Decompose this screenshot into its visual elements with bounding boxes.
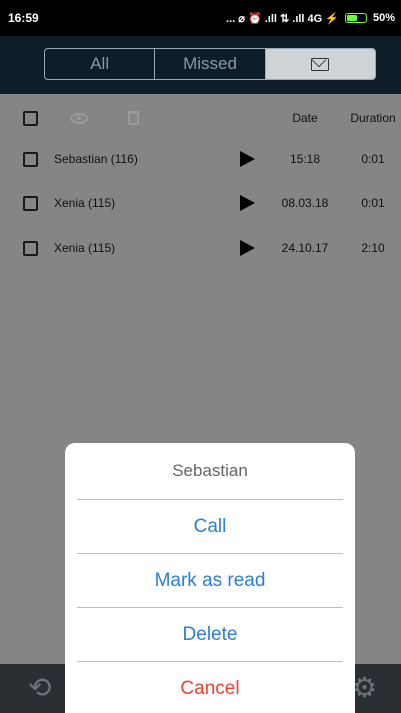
- tab-messages[interactable]: [265, 49, 375, 79]
- divider: [77, 553, 343, 554]
- tab-bar: All Missed: [0, 36, 401, 94]
- call-button[interactable]: Call: [65, 501, 355, 553]
- status-indicators: ... ⌀ ⏰ .ıll ⇅ .ıll 4G ⚡ 50%: [226, 12, 395, 25]
- eye-icon[interactable]: [70, 112, 88, 124]
- play-icon[interactable]: [240, 240, 255, 256]
- list-item[interactable]: Sebastian (116) 15:18 0:01: [0, 139, 401, 179]
- caller-name: Xenia (115): [54, 196, 116, 210]
- date-header: Date: [292, 111, 318, 125]
- status-bar: 16:59 ... ⌀ ⏰ .ıll ⇅ .ıll 4G ⚡ 50%: [0, 0, 401, 36]
- settings-icon[interactable]: ⚙: [352, 672, 377, 704]
- battery-icon: [344, 13, 367, 23]
- tab-missed[interactable]: Missed: [155, 49, 266, 79]
- tab-all[interactable]: All: [45, 49, 156, 79]
- filter-tabs: All Missed: [44, 48, 376, 80]
- divider: [77, 607, 343, 608]
- call-duration: 0:01: [361, 196, 385, 210]
- trash-icon[interactable]: [128, 111, 139, 125]
- call-duration: 2:10: [361, 241, 385, 255]
- status-icons: ... ⌀ ⏰ .ıll ⇅ .ıll 4G ⚡: [226, 12, 339, 25]
- mark-as-read-button[interactable]: Mark as read: [65, 555, 355, 607]
- divider: [77, 661, 343, 662]
- play-icon[interactable]: [240, 151, 255, 167]
- status-time: 16:59: [8, 11, 39, 25]
- row-checkbox[interactable]: [23, 240, 38, 256]
- list-item[interactable]: Xenia (115) 24.10.17 2:10: [0, 228, 401, 268]
- select-all-checkbox[interactable]: [23, 110, 38, 126]
- divider: [77, 499, 343, 500]
- history-icon[interactable]: ⟲: [28, 672, 51, 704]
- row-checkbox[interactable]: [23, 195, 38, 211]
- play-icon[interactable]: [240, 195, 255, 211]
- call-date: 24.10.17: [281, 241, 329, 255]
- action-dialog: Sebastian Call Mark as read Delete Cance…: [65, 443, 355, 713]
- call-date: 15:18: [289, 152, 321, 166]
- list-header: Date Duration: [0, 98, 401, 138]
- call-date: 08.03.18: [281, 196, 329, 210]
- caller-name: Sebastian (116): [54, 152, 138, 166]
- envelope-icon: [311, 57, 330, 71]
- call-duration: 0:01: [361, 152, 385, 166]
- list-item[interactable]: Xenia (115) 08.03.18 0:01: [0, 183, 401, 223]
- row-checkbox[interactable]: [23, 151, 38, 167]
- battery-level: 50%: [372, 12, 395, 24]
- delete-button[interactable]: Delete: [65, 609, 355, 661]
- caller-name: Xenia (115): [54, 241, 116, 255]
- dialog-title: Sebastian: [172, 461, 248, 480]
- cancel-button[interactable]: Cancel: [65, 663, 355, 713]
- duration-header: Duration: [350, 111, 396, 125]
